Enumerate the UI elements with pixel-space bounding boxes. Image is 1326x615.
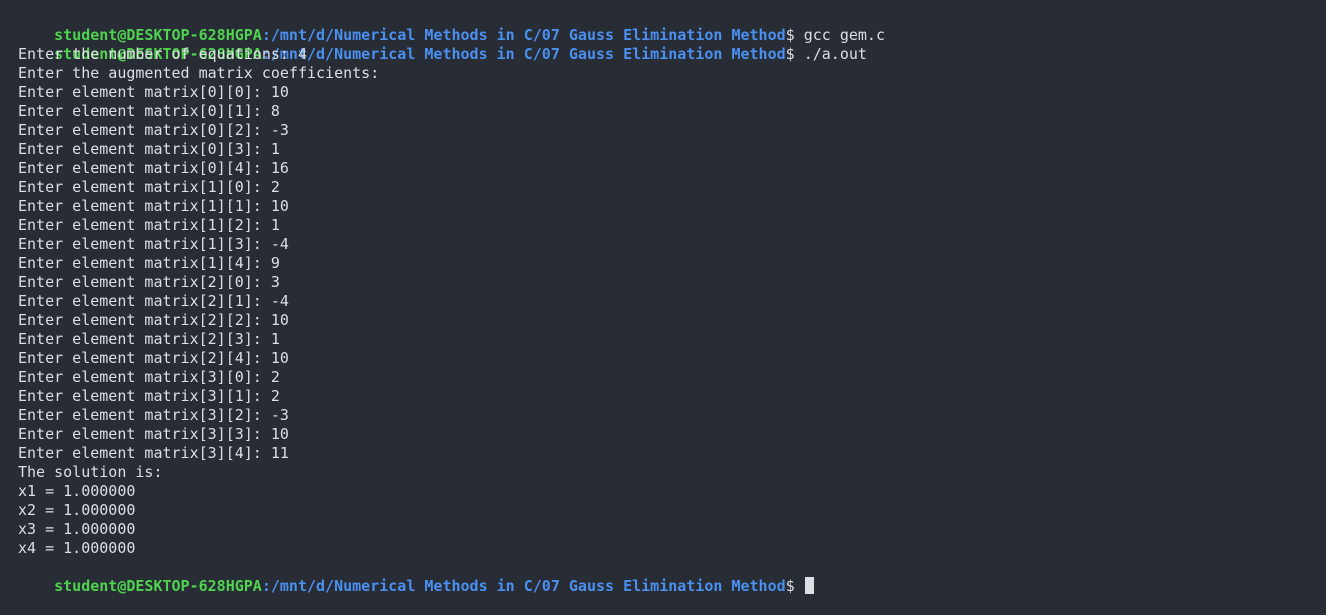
prompt-symbol: $: [785, 26, 795, 44]
output-line: Enter element matrix[2][4]: 10: [18, 349, 289, 367]
prompt-line: student@DESKTOP-628HGPA:/mnt/d/Numerical…: [18, 7, 1318, 44]
output-line: Enter element matrix[3][3]: 10: [18, 425, 289, 443]
output-line: Enter element matrix[2][0]: 3: [18, 273, 280, 291]
output-line: x3 = 1.000000: [18, 520, 136, 538]
output-line: Enter element matrix[3][4]: 11: [18, 444, 289, 462]
output-line: x1 = 1.000000: [18, 482, 136, 500]
output-line: Enter element matrix[1][4]: 9: [18, 254, 280, 272]
command-text: [795, 577, 804, 595]
output-line: Enter element matrix[3][2]: -3: [18, 406, 289, 424]
output-line: Enter element matrix[1][1]: 10: [18, 197, 289, 215]
prompt-path: :/mnt/d/Numerical Methods in C/07 Gauss …: [261, 45, 786, 63]
output-line: Enter element matrix[1][0]: 2: [18, 178, 280, 196]
prompt-symbol: $: [785, 45, 795, 63]
prompt-symbol: $: [785, 577, 795, 595]
prompt-user-host: student@DESKTOP-628HGPA: [54, 26, 262, 44]
command-text: ./a.out: [794, 45, 867, 63]
command-text: gcc gem.c: [794, 26, 885, 44]
output-line: Enter element matrix[0][1]: 8: [18, 102, 280, 120]
output-line: Enter element matrix[3][1]: 2: [18, 387, 280, 405]
output-line: Enter element matrix[0][0]: 10: [18, 83, 289, 101]
output-line: Enter element matrix[3][0]: 2: [18, 368, 280, 386]
output-line: Enter element matrix[2][2]: 10: [18, 311, 289, 329]
prompt-path: :/mnt/d/Numerical Methods in C/07 Gauss …: [261, 577, 786, 595]
terminal-window[interactable]: student@DESKTOP-628HGPA:/mnt/d/Numerical…: [18, 7, 1318, 597]
output-line: Enter element matrix[1][2]: 1: [18, 216, 280, 234]
prompt-path: :/mnt/d/Numerical Methods in C/07 Gauss …: [261, 26, 786, 44]
output-line: Enter the augmented matrix coefficients:: [18, 64, 380, 82]
output-line: Enter element matrix[1][3]: -4: [18, 235, 289, 253]
prompt-user-host: student@DESKTOP-628HGPA: [54, 577, 262, 595]
output-line: Enter element matrix[2][3]: 1: [18, 330, 280, 348]
output-line: Enter element matrix[0][2]: -3: [18, 121, 289, 139]
cursor-block[interactable]: [804, 577, 814, 594]
output-line: x4 = 1.000000: [18, 539, 136, 557]
output-line: Enter element matrix[2][1]: -4: [18, 292, 289, 310]
output-line: Enter element matrix[0][3]: 1: [18, 140, 280, 158]
output-line: The solution is:: [18, 463, 163, 481]
output-line: x2 = 1.000000: [18, 501, 136, 519]
prompt-line[interactable]: student@DESKTOP-628HGPA:/mnt/d/Numerical…: [18, 558, 1318, 595]
output-line: Enter element matrix[0][4]: 16: [18, 159, 289, 177]
